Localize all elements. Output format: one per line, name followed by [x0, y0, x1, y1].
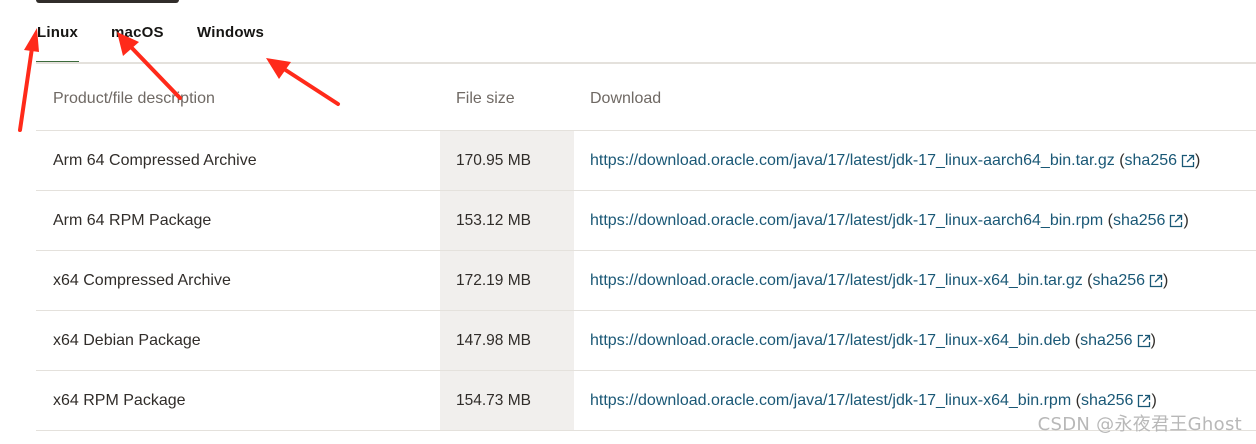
- download-cell: https://download.oracle.com/java/17/late…: [574, 191, 1256, 250]
- sha-close-paren: ): [1183, 211, 1189, 229]
- sha-close-paren: ): [1195, 151, 1201, 169]
- external-link-icon[interactable]: [1137, 334, 1151, 348]
- header-description: Product/file description: [53, 90, 215, 107]
- file-size: 147.98 MB: [440, 311, 574, 370]
- download-link[interactable]: https://download.oracle.com/java/17/late…: [590, 152, 1115, 170]
- download-link[interactable]: https://download.oracle.com/java/17/late…: [590, 332, 1070, 350]
- file-description: x64 Debian Package: [53, 331, 201, 349]
- external-link-icon[interactable]: [1137, 394, 1151, 408]
- file-size: 153.12 MB: [440, 191, 574, 250]
- tab-linux[interactable]: Linux: [37, 24, 78, 41]
- table-row: x64 Debian Package 147.98 MB https://downl…: [36, 311, 1256, 371]
- table-row: x64 Compressed Archive 172.19 MB https://d…: [36, 251, 1256, 311]
- file-description: x64 RPM Package: [53, 391, 186, 409]
- file-size: 154.73 MB: [440, 371, 574, 430]
- file-size: 170.95 MB: [440, 131, 574, 190]
- sha256-link[interactable]: sha256: [1081, 392, 1134, 410]
- sha-close-paren: ): [1150, 331, 1156, 349]
- os-tabs: Linux macOS Windows: [36, 0, 1256, 64]
- download-cell: https://download.oracle.com/java/17/late…: [574, 251, 1256, 310]
- sha256-link[interactable]: sha256: [1113, 212, 1166, 230]
- sha-open-paren: (: [1103, 211, 1113, 229]
- external-link-icon[interactable]: [1169, 214, 1183, 228]
- file-description: x64 Compressed Archive: [53, 271, 231, 289]
- sha256-link[interactable]: sha256: [1080, 332, 1133, 350]
- table-header-row: Product/file description File size Downl…: [36, 64, 1256, 131]
- download-link[interactable]: https://download.oracle.com/java/17/late…: [590, 392, 1071, 410]
- header-download: Download: [590, 90, 662, 107]
- header-file-size: File size: [456, 90, 515, 107]
- external-link-icon[interactable]: [1181, 154, 1195, 168]
- csdn-watermark: CSDN @永夜君王Ghost: [1037, 414, 1242, 435]
- download-link[interactable]: https://download.oracle.com/java/17/late…: [590, 212, 1103, 230]
- download-page: Linux macOS Windows Product/file descrip…: [0, 0, 1256, 444]
- table-row: Arm 64 Compressed Archive 170.95 MB https:…: [36, 131, 1256, 191]
- sha-open-paren: (: [1114, 151, 1125, 169]
- sha-open-paren: (: [1071, 391, 1081, 409]
- sha-close-paren: ): [1151, 391, 1157, 409]
- sha256-link[interactable]: sha256: [1125, 152, 1178, 170]
- download-link[interactable]: https://download.oracle.com/java/17/late…: [590, 272, 1083, 290]
- tab-macos[interactable]: macOS: [111, 24, 164, 41]
- download-cell: https://download.oracle.com/java/17/late…: [574, 311, 1256, 370]
- sha-open-paren: (: [1070, 331, 1081, 349]
- file-description: Arm 64 RPM Package: [53, 211, 212, 229]
- tab-windows[interactable]: Windows: [197, 24, 264, 41]
- downloads-table: Product/file description File size Downl…: [36, 64, 1256, 431]
- sha256-link[interactable]: sha256: [1093, 272, 1146, 290]
- table-row: Arm 64 RPM Package 153.12 MB https://downl…: [36, 191, 1256, 251]
- file-size: 172.19 MB: [440, 251, 574, 310]
- file-description: Arm 64 Compressed Archive: [53, 151, 257, 169]
- external-link-icon[interactable]: [1149, 274, 1163, 288]
- download-cell: https://download.oracle.com/java/17/late…: [574, 131, 1256, 190]
- sha-close-paren: ): [1163, 271, 1169, 289]
- sha-open-paren: (: [1082, 271, 1093, 289]
